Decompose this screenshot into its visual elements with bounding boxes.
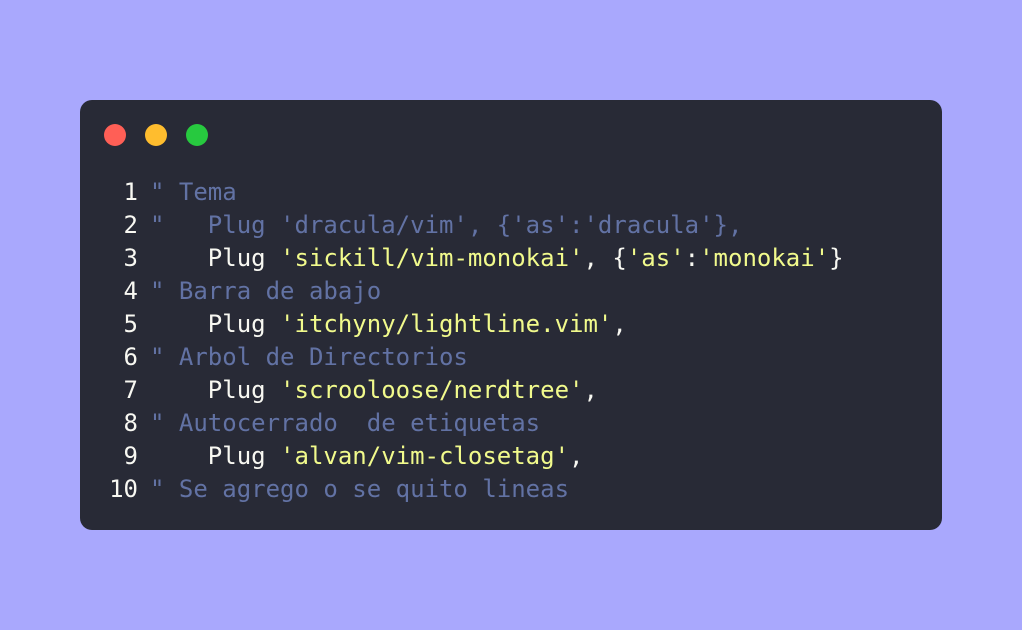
line-content: Plug 'itchyny/lightline.vim',: [150, 308, 627, 341]
code-line: 1 " Tema: [80, 176, 844, 209]
comment-token: " Se agrego o se quito lineas: [150, 475, 570, 503]
plain-token: :: [684, 244, 700, 272]
comment-token: " Plug 'dracula/vim', {'as':'dracula'},: [150, 211, 743, 239]
code-line: 9 Plug 'alvan/vim-closetag',: [80, 440, 844, 473]
line-number: 1: [123, 178, 138, 206]
code-window: 1 " Tema 2 " Plug 'dracula/vim', {'as':'dra…: [80, 100, 942, 530]
code-block: 1 " Tema 2 " Plug 'dracula/vim', {'as':'dra…: [80, 176, 844, 506]
code-line: 4 " Barra de abajo: [80, 275, 844, 308]
plain-token: ,: [612, 310, 627, 338]
string-token: 'monokai': [699, 244, 830, 272]
line-content: " Tema: [150, 176, 237, 209]
line-number: 9: [123, 442, 138, 470]
line-content: " Se agrego o se quito lineas: [150, 473, 569, 506]
line-number: 10: [109, 475, 138, 503]
string-token: 'alvan/vim-closetag': [280, 442, 570, 470]
plain-token: , {: [583, 244, 627, 272]
line-content: " Arbol de Directorios: [150, 341, 468, 374]
comment-token: " Arbol de Directorios: [150, 343, 468, 371]
code-line: 7 Plug 'scrooloose/nerdtree',: [80, 374, 844, 407]
line-content: Plug 'alvan/vim-closetag',: [150, 440, 584, 473]
code-line: 8 " Autocerrado de etiquetas: [80, 407, 844, 440]
string-token: 'sickill/vim-monokai': [280, 244, 584, 272]
code-line: 6 " Arbol de Directorios: [80, 341, 844, 374]
line-content: Plug 'scrooloose/nerdtree',: [150, 374, 598, 407]
comment-token: " Autocerrado de etiquetas: [150, 409, 541, 437]
line-number: 2: [123, 211, 138, 239]
line-number: 3: [123, 244, 138, 272]
close-button[interactable]: [104, 124, 126, 146]
line-number: 6: [123, 343, 138, 371]
string-token: 'as': [626, 244, 685, 272]
comment-token: " Tema: [150, 178, 237, 206]
string-token: 'itchyny/lightline.vim': [280, 310, 613, 338]
plain-token: ,: [569, 442, 584, 470]
maximize-button[interactable]: [186, 124, 208, 146]
code-line: 3 Plug 'sickill/vim-monokai', {'as':'mon…: [80, 242, 844, 275]
window-controls: [104, 124, 208, 146]
line-content: " Barra de abajo: [150, 275, 381, 308]
comment-token: " Barra de abajo: [150, 277, 382, 305]
minimize-button[interactable]: [145, 124, 167, 146]
plain-token: Plug: [150, 376, 281, 404]
line-content: " Autocerrado de etiquetas: [150, 407, 540, 440]
plain-token: ,: [583, 376, 598, 404]
line-content: Plug 'sickill/vim-monokai', {'as':'monok…: [150, 242, 844, 275]
plain-token: }: [829, 244, 844, 272]
plain-token: Plug: [150, 310, 281, 338]
plain-token: Plug: [150, 442, 281, 470]
line-number: 8: [123, 409, 138, 437]
code-line: 2 " Plug 'dracula/vim', {'as':'dracula'},: [80, 209, 844, 242]
line-number: 7: [123, 376, 138, 404]
line-number: 4: [123, 277, 138, 305]
string-token: 'scrooloose/nerdtree': [280, 376, 584, 404]
code-line: 10 " Se agrego o se quito lineas: [80, 473, 844, 506]
code-line: 5 Plug 'itchyny/lightline.vim',: [80, 308, 844, 341]
line-number: 5: [123, 310, 138, 338]
line-content: " Plug 'dracula/vim', {'as':'dracula'},: [150, 209, 742, 242]
plain-token: Plug: [150, 244, 281, 272]
